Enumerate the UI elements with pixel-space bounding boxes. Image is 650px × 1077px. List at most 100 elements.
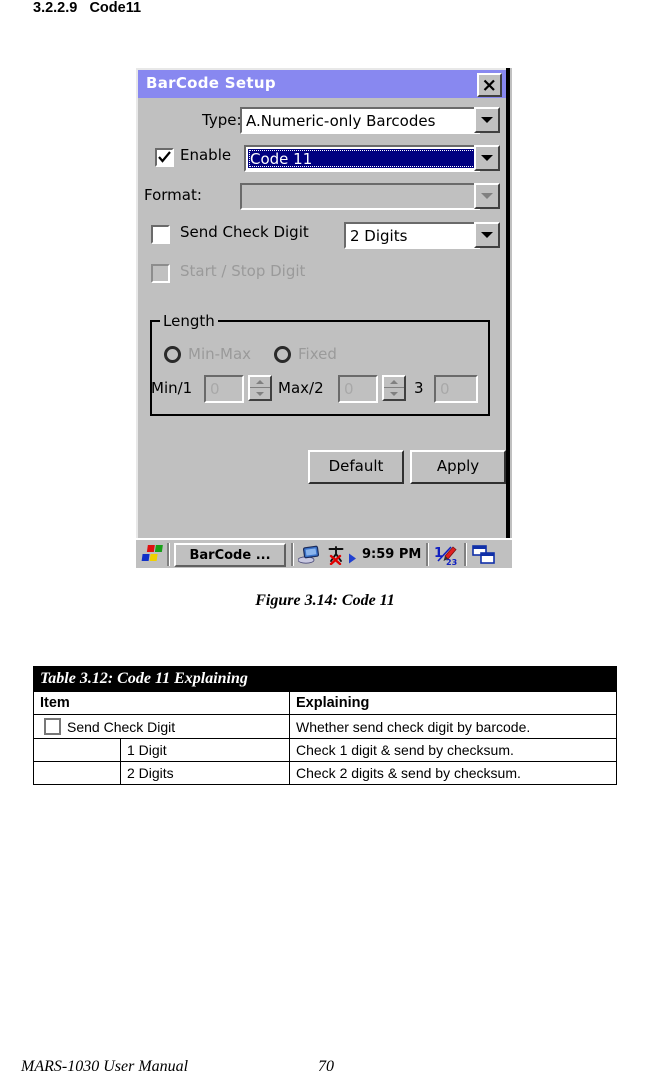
input-panel-button[interactable]: 1 23 xyxy=(434,544,458,570)
length-fixed-radio[interactable] xyxy=(274,346,291,363)
length-minmax-label: Min-Max xyxy=(188,345,252,363)
table-header-explaining: Explaining xyxy=(289,691,617,715)
svg-text:23: 23 xyxy=(446,558,457,566)
footer-page-number: 70 xyxy=(318,1058,334,1075)
length-max-value: 0 xyxy=(344,380,354,398)
caret-down-icon xyxy=(256,391,264,396)
format-dropdown-arrow[interactable] xyxy=(474,183,500,209)
start-stop-digit-label: Start / Stop Digit xyxy=(180,262,306,280)
send-check-digit-dropdown-arrow[interactable] xyxy=(474,222,500,248)
length-max-spinner[interactable] xyxy=(382,375,406,401)
taskbar-separator-1 xyxy=(167,543,170,566)
taskbar-clock: 9:59 PM xyxy=(362,547,422,562)
tray-play-icon[interactable] xyxy=(348,549,357,568)
section-number: 3.2.2.9 xyxy=(33,0,78,16)
barcode-setup-window: BarCode Setup Type: A.Numeric-only Barco… xyxy=(136,68,512,568)
window-titlebar: BarCode Setup xyxy=(136,68,506,98)
dialog-client-area: Type: A.Numeric-only Barcodes Enable Cod… xyxy=(136,98,506,538)
length-min-spinner-down[interactable] xyxy=(250,388,270,399)
table-cell-explaining: Check 1 digit & send by checksum. xyxy=(289,738,617,762)
taskbar: BarCode ... 9:59 PM 1 23 xyxy=(136,538,512,568)
table-cell-explaining: Whether send check digit by barcode. xyxy=(289,714,617,739)
start-stop-digit-checkbox[interactable] xyxy=(151,264,170,283)
window-title: BarCode Setup xyxy=(146,74,276,92)
pen-123-icon: 1 23 xyxy=(434,546,457,567)
taskbar-separator-2 xyxy=(291,543,294,566)
length-third-input[interactable]: 0 xyxy=(434,375,478,403)
taskbar-separator-3 xyxy=(426,543,429,566)
default-button[interactable]: Default xyxy=(308,450,404,484)
table-cell-item: Send Check Digit xyxy=(33,714,290,739)
table-title: Table 3.12: Code 11 Explaining xyxy=(33,666,617,692)
table-cell-sub: 1 Digit xyxy=(120,738,290,762)
code11-explaining-table: Table 3.12: Code 11 Explaining Item Expl… xyxy=(33,666,617,785)
table-cell-spacer xyxy=(33,761,121,785)
table-header-item: Item xyxy=(33,691,290,715)
tray-network-disconnected-icon[interactable] xyxy=(326,545,346,569)
length-fixed-label: Fixed xyxy=(298,345,337,363)
network-x-icon xyxy=(328,546,344,566)
svg-text:1: 1 xyxy=(434,546,443,561)
send-check-digit-value: 2 Digits xyxy=(350,227,408,245)
send-check-digit-combobox[interactable]: 2 Digits xyxy=(344,222,480,249)
format-combobox[interactable] xyxy=(240,183,480,210)
caret-up-icon xyxy=(256,380,264,384)
type-dropdown-arrow[interactable] xyxy=(474,107,500,133)
desktop-button[interactable] xyxy=(472,545,496,569)
type-combobox[interactable]: A.Numeric-only Barcodes xyxy=(240,107,480,134)
table-title-row: Table 3.12: Code 11 Explaining xyxy=(33,666,617,692)
length-max-input[interactable]: 0 xyxy=(338,375,378,403)
figure-caption: Figure 3.14: Code 11 xyxy=(255,592,395,609)
caret-down-icon xyxy=(390,391,398,396)
length-minmax-radio[interactable] xyxy=(164,346,181,363)
close-button[interactable] xyxy=(477,73,502,97)
length-min-value: 0 xyxy=(210,380,220,398)
check-icon xyxy=(158,151,171,163)
chevron-down-icon xyxy=(481,232,493,238)
cascade-windows-icon xyxy=(472,545,495,564)
length-max-label: Max/2 xyxy=(278,379,324,397)
taskbar-task-button[interactable]: BarCode ... xyxy=(174,543,286,567)
enable-combobox-selection: Code 11 xyxy=(248,149,476,168)
table-header-row: Item Explaining xyxy=(33,691,617,715)
section-title: Code11 xyxy=(89,0,142,16)
length-max-spinner-up[interactable] xyxy=(384,377,404,388)
monitor-icon xyxy=(297,545,320,564)
length-groupbox: Length Min-Max Fixed Min/1 0 Max/2 0 3 0 xyxy=(150,312,490,416)
footer-manual-name: MARS-1030 User Manual xyxy=(21,1058,189,1075)
apply-button[interactable]: Apply xyxy=(410,450,506,484)
table-row: Send Check Digit Whether send check digi… xyxy=(33,714,617,739)
format-label: Format: xyxy=(144,186,202,204)
taskbar-separator-4 xyxy=(464,543,467,566)
length-third-label: 3 xyxy=(414,379,424,397)
enable-combobox[interactable]: Code 11 xyxy=(244,145,480,172)
table-cell-item-label: Send Check Digit xyxy=(67,719,176,735)
length-min-label: Min/1 xyxy=(151,379,193,397)
enable-combobox-value: Code 11 xyxy=(250,150,313,168)
enable-checkbox[interactable] xyxy=(155,148,174,167)
caret-up-icon xyxy=(390,380,398,384)
length-min-spinner-up[interactable] xyxy=(250,377,270,388)
tray-connection-icon[interactable] xyxy=(297,545,320,569)
table-row: 2 Digits Check 2 digits & send by checks… xyxy=(33,761,617,785)
start-button[interactable] xyxy=(141,544,163,570)
table-cell-spacer xyxy=(33,738,121,762)
length-third-value: 0 xyxy=(440,380,450,398)
chevron-down-icon xyxy=(481,193,493,199)
send-check-digit-label: Send Check Digit xyxy=(180,223,309,241)
table-cell-sub: 2 Digits xyxy=(120,761,290,785)
send-check-digit-checkbox[interactable] xyxy=(151,225,170,244)
length-groupbox-title: Length xyxy=(160,312,218,330)
table-cell-explaining: Check 2 digits & send by checksum. xyxy=(289,761,617,785)
enable-dropdown-arrow[interactable] xyxy=(474,145,500,171)
length-max-spinner-down[interactable] xyxy=(384,388,404,399)
chevron-down-icon xyxy=(481,155,493,161)
play-arrow-icon xyxy=(349,553,356,564)
length-min-spinner[interactable] xyxy=(248,375,272,401)
send-check-digit-checkbox-icon xyxy=(44,718,61,735)
table-row: 1 Digit Check 1 digit & send by checksum… xyxy=(33,738,617,762)
chevron-down-icon xyxy=(481,117,493,123)
length-min-input[interactable]: 0 xyxy=(204,375,244,403)
section-heading: 3.2.2.9 Code11 xyxy=(33,0,141,16)
window-right-edge xyxy=(506,68,510,538)
